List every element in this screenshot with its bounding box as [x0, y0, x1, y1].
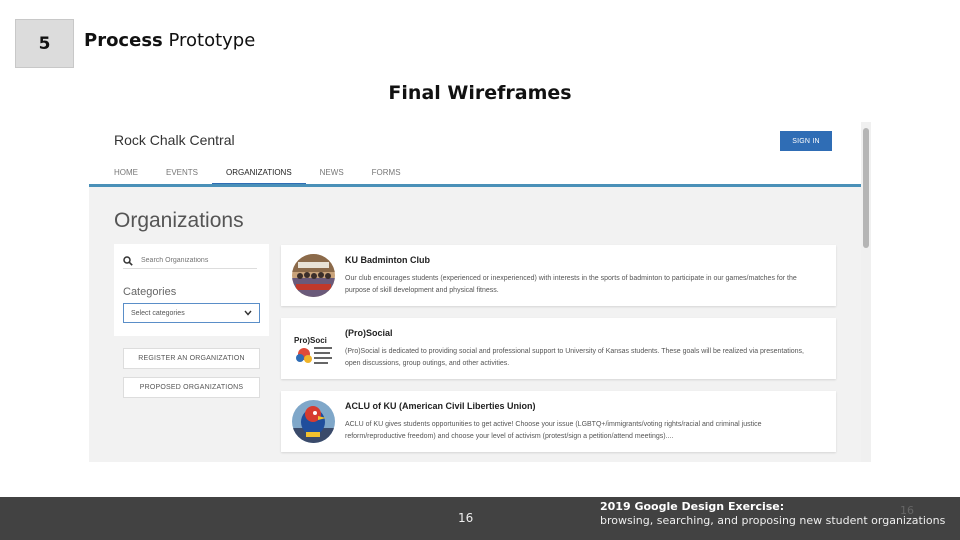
- organizations-page: Organizations Categories Select categori…: [89, 187, 861, 462]
- nav-organizations[interactable]: ORGANIZATIONS: [212, 166, 306, 186]
- step-number: 5: [38, 33, 51, 54]
- categories-select-value: Select categories: [131, 309, 185, 317]
- slide-subtitle: Final Wireframes: [388, 82, 572, 104]
- signin-button[interactable]: SIGN IN: [780, 131, 832, 151]
- page-number: 16: [458, 511, 474, 525]
- org-card[interactable]: KU Badminton Club Our club encourages st…: [281, 245, 836, 306]
- nav-news[interactable]: NEWS: [320, 166, 344, 186]
- page-heading: Organizations: [114, 209, 244, 232]
- categories-label: Categories: [123, 286, 177, 298]
- org-name[interactable]: ACLU of KU (American Civil Liberties Uni…: [345, 401, 536, 411]
- search-input[interactable]: [141, 257, 251, 264]
- nav-events[interactable]: EVENTS: [166, 166, 198, 186]
- org-description: ACLU of KU gives students opportunities …: [345, 421, 762, 440]
- prosocial-logo-icon: Pro)Soci: [292, 327, 335, 370]
- org-name[interactable]: KU Badminton Club: [345, 255, 430, 265]
- group-photo-icon: [292, 254, 335, 297]
- step-number-box: 5: [15, 19, 74, 68]
- footer-title: 2019 Google Design Exercise:: [600, 500, 785, 513]
- proposed-organizations-button[interactable]: PROPOSED ORGANIZATIONS: [123, 377, 260, 398]
- nav-forms[interactable]: FORMS: [372, 166, 401, 186]
- site-title[interactable]: Rock Chalk Central: [114, 132, 235, 148]
- categories-select[interactable]: Select categories: [123, 303, 260, 323]
- org-card[interactable]: ACLU of KU (American Civil Liberties Uni…: [281, 391, 836, 452]
- org-description: Our club encourages students (experience…: [345, 275, 797, 294]
- main-nav: HOME EVENTS ORGANIZATIONS NEWS FORMS: [114, 166, 429, 186]
- org-card[interactable]: Pro)Soci (Pro)Social (Pro)Social is dedi…: [281, 318, 836, 379]
- prosocial-logo-text: Pro)Soci: [294, 336, 327, 345]
- scrollbar-thumb[interactable]: [863, 128, 869, 248]
- filter-panel: Categories Select categories: [114, 244, 269, 336]
- nav-home[interactable]: HOME: [114, 166, 138, 186]
- org-description: (Pro)Social is dedicated to providing so…: [345, 348, 805, 367]
- jayhawk-logo-icon: [292, 400, 335, 443]
- slide-title: Process Prototype: [84, 30, 255, 51]
- search-icon[interactable]: [123, 255, 133, 266]
- footer-subtitle: browsing, searching, and proposing new s…: [600, 514, 946, 527]
- org-name[interactable]: (Pro)Social: [345, 328, 393, 338]
- slide-footer: 16 2019 Google Design Exercise: browsing…: [0, 497, 960, 540]
- wireframe-screenshot: Rock Chalk Central SIGN IN HOME EVENTS O…: [89, 122, 871, 462]
- chevron-down-icon: [244, 310, 252, 316]
- register-organization-button[interactable]: REGISTER AN ORGANIZATION: [123, 348, 260, 369]
- slide-title-bold: Process: [84, 30, 163, 51]
- scrollbar[interactable]: [861, 122, 871, 462]
- slide-title-rest: Prototype: [162, 30, 256, 51]
- ghost-page-number: 16: [900, 504, 914, 517]
- search-row: [123, 253, 257, 269]
